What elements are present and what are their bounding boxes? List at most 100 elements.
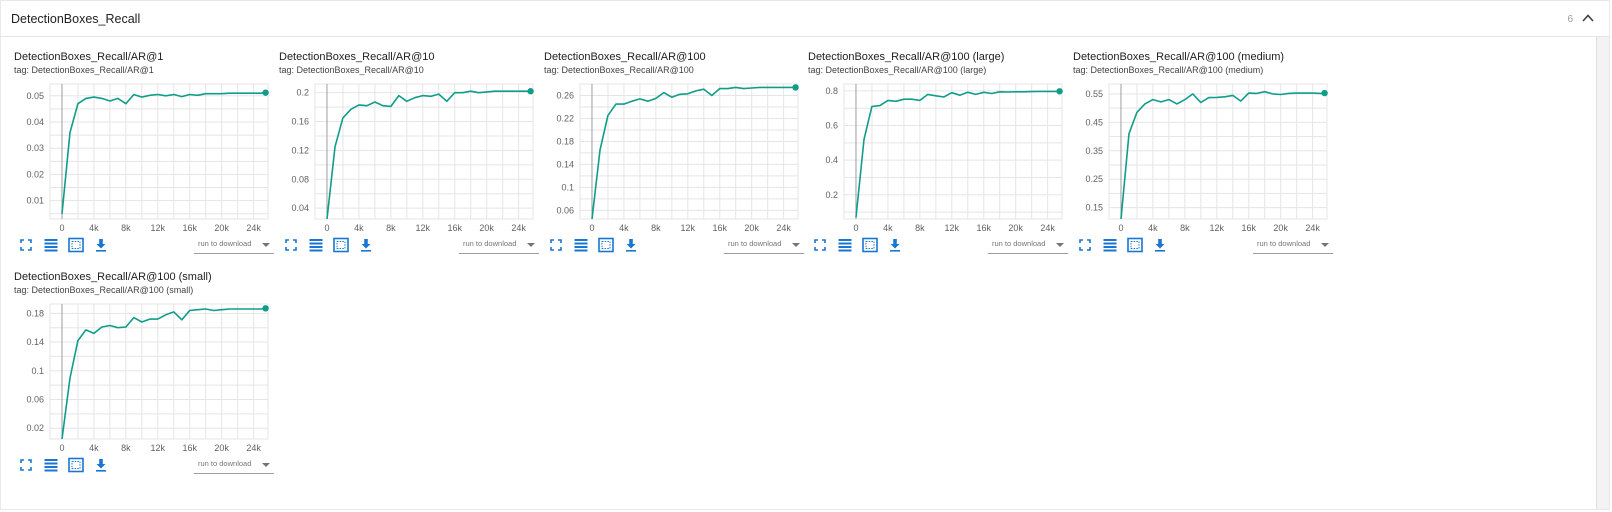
y-tick-label: 0.18 bbox=[556, 136, 574, 146]
chevron-up-icon[interactable] bbox=[1581, 11, 1595, 25]
fit-domain-icon[interactable] bbox=[333, 237, 349, 253]
lines-icon[interactable] bbox=[43, 457, 59, 473]
chart-tag: tag: DetectionBoxes_Recall/AR@100 bbox=[544, 65, 694, 75]
run-download-select[interactable]: run to download bbox=[988, 239, 1068, 254]
chart-toolbar: run to download bbox=[18, 457, 276, 477]
y-tick-label: 0.1 bbox=[31, 366, 44, 376]
chart-card: DetectionBoxes_Recall/AR@10 tag: Detectio… bbox=[279, 51, 541, 263]
download-select-label: run to download bbox=[463, 239, 517, 248]
lines-icon[interactable] bbox=[1102, 237, 1118, 253]
fit-domain-icon[interactable] bbox=[68, 237, 84, 253]
lines-icon[interactable] bbox=[308, 237, 324, 253]
run-download-select[interactable]: run to download bbox=[1253, 239, 1333, 254]
plot-frame bbox=[314, 83, 534, 220]
x-tick-label: 4k bbox=[89, 223, 99, 233]
fullscreen-icon[interactable] bbox=[812, 237, 828, 253]
series-last-point bbox=[262, 305, 269, 312]
lines-icon[interactable] bbox=[573, 237, 589, 253]
y-tick-label: 0.02 bbox=[26, 169, 44, 179]
y-tick-label: 0.18 bbox=[26, 308, 44, 318]
x-tick-label: 0 bbox=[59, 223, 64, 233]
series-last-point bbox=[792, 84, 799, 91]
series-line bbox=[855, 90, 1060, 218]
x-tick-label: 8k bbox=[915, 223, 925, 233]
chart-tag: tag: DetectionBoxes_Recall/AR@10 bbox=[279, 65, 424, 75]
y-tick-label: 0.14 bbox=[556, 159, 574, 169]
y-tick-label: 0.12 bbox=[291, 145, 309, 155]
series-last-point bbox=[1321, 89, 1328, 97]
fullscreen-icon[interactable] bbox=[18, 457, 34, 473]
chart-title: DetectionBoxes_Recall/AR@100 (small) bbox=[14, 271, 212, 283]
chart-toolbar: run to download bbox=[283, 237, 541, 257]
caret-down-icon bbox=[1056, 243, 1064, 247]
chart-toolbar: run to download bbox=[1077, 237, 1335, 257]
plot-frame bbox=[49, 303, 269, 440]
y-tick-label: 0.35 bbox=[1085, 146, 1103, 156]
x-tick-label: 8k bbox=[121, 223, 131, 233]
fullscreen-icon[interactable] bbox=[283, 237, 299, 253]
y-tick-label: 0.2 bbox=[825, 190, 838, 200]
download-select-label: run to download bbox=[992, 239, 1046, 248]
chart-card: DetectionBoxes_Recall/AR@100 (small) tag:… bbox=[14, 271, 276, 483]
y-tick-label: 0.6 bbox=[825, 121, 838, 131]
y-tick-label: 0.55 bbox=[1085, 89, 1103, 99]
x-tick-label: 4k bbox=[89, 443, 99, 453]
y-tick-label: 0.05 bbox=[26, 91, 44, 101]
download-icon[interactable] bbox=[358, 237, 374, 253]
x-tick-label: 20k bbox=[479, 223, 494, 233]
scrollbar[interactable] bbox=[1596, 37, 1609, 509]
lines-icon[interactable] bbox=[43, 237, 59, 253]
y-tick-label: 0.15 bbox=[1085, 203, 1103, 213]
fullscreen-icon[interactable] bbox=[18, 237, 34, 253]
y-tick-label: 0.16 bbox=[291, 117, 309, 127]
line-chart[interactable]: 0.01 0.02 0.03 0.04 0.05 0 4k 8k 12k 16k 20k 24k bbox=[14, 75, 276, 237]
caret-down-icon bbox=[262, 463, 270, 467]
run-download-select[interactable]: run to download bbox=[724, 239, 804, 254]
chart-title: DetectionBoxes_Recall/AR@100 bbox=[544, 51, 706, 63]
series-line bbox=[326, 90, 531, 220]
fit-domain-icon[interactable] bbox=[68, 457, 84, 473]
line-chart[interactable]: 0.15 0.25 0.35 0.45 0.55 0 4k 8k 12k 16k 20k 24k bbox=[1073, 75, 1335, 237]
download-select-label: run to download bbox=[1257, 239, 1311, 248]
x-tick-label: 16k bbox=[447, 223, 462, 233]
fullscreen-icon[interactable] bbox=[1077, 237, 1093, 253]
lines-icon[interactable] bbox=[837, 237, 853, 253]
x-tick-label: 20k bbox=[1008, 223, 1023, 233]
x-tick-label: 16k bbox=[182, 443, 197, 453]
line-chart[interactable]: 0.04 0.08 0.12 0.16 0.2 0 4k 8k 12k 16k 20k 24k bbox=[279, 75, 541, 237]
line-chart[interactable]: 0.02 0.06 0.1 0.14 0.18 0 4k 8k 12k 16k 20k 24k bbox=[14, 295, 276, 457]
x-tick-label: 16k bbox=[712, 223, 727, 233]
fit-domain-icon[interactable] bbox=[1127, 237, 1143, 253]
chart-tag: tag: DetectionBoxes_Recall/AR@1 bbox=[14, 65, 154, 75]
chart-toolbar: run to download bbox=[18, 237, 276, 257]
download-icon[interactable] bbox=[93, 457, 109, 473]
y-tick-label: 0.03 bbox=[26, 143, 44, 153]
x-tick-label: 24k bbox=[1040, 223, 1055, 233]
y-tick-label: 0.4 bbox=[825, 155, 838, 165]
x-tick-label: 12k bbox=[681, 223, 696, 233]
series-line bbox=[1120, 90, 1325, 220]
download-icon[interactable] bbox=[93, 237, 109, 253]
x-tick-label: 24k bbox=[246, 223, 261, 233]
x-tick-label: 24k bbox=[246, 443, 261, 453]
y-tick-label: 0.04 bbox=[26, 117, 44, 127]
download-icon[interactable] bbox=[887, 237, 903, 253]
run-download-select[interactable]: run to download bbox=[194, 239, 274, 254]
x-tick-label: 4k bbox=[1148, 223, 1158, 233]
x-tick-label: 0 bbox=[1118, 223, 1123, 233]
fullscreen-icon[interactable] bbox=[548, 237, 564, 253]
section-header[interactable]: DetectionBoxes_Recall 6 bbox=[1, 1, 1609, 37]
line-chart[interactable]: 0.2 0.4 0.6 0.8 0 4k 8k 12k 16k 20k 24k bbox=[808, 75, 1070, 237]
run-download-select[interactable]: run to download bbox=[459, 239, 539, 254]
download-icon[interactable] bbox=[1152, 237, 1168, 253]
y-tick-label: 0.1 bbox=[561, 182, 574, 192]
run-download-select[interactable]: run to download bbox=[194, 459, 274, 474]
caret-down-icon bbox=[1321, 243, 1329, 247]
fit-domain-icon[interactable] bbox=[598, 237, 614, 253]
x-tick-label: 8k bbox=[1180, 223, 1190, 233]
download-icon[interactable] bbox=[623, 237, 639, 253]
fit-domain-icon[interactable] bbox=[862, 237, 878, 253]
line-chart[interactable]: 0.06 0.1 0.14 0.18 0.22 0.26 0 4k 8k 12k 16k 20k 24k bbox=[544, 75, 806, 237]
download-select-label: run to download bbox=[198, 459, 252, 468]
x-tick-label: 12k bbox=[151, 443, 166, 453]
